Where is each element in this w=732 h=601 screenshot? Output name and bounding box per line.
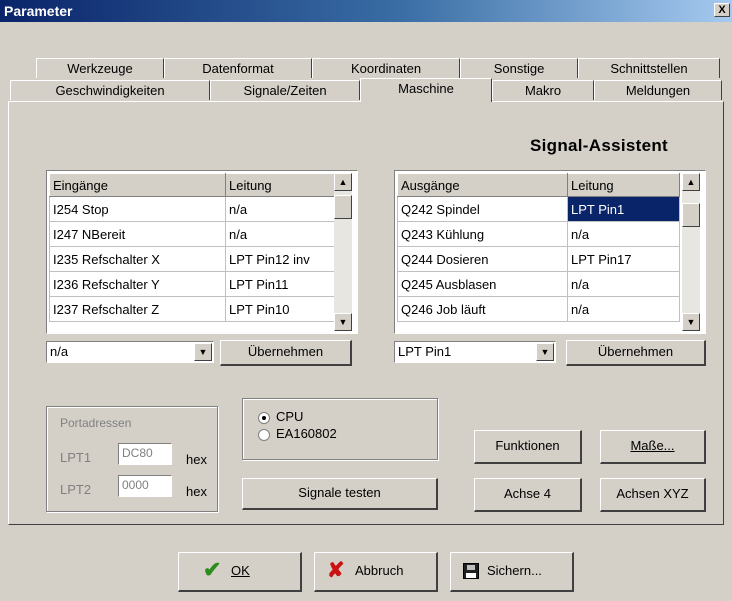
outputs-header-line[interactable]: Leitung: [567, 173, 680, 197]
output-line-select-value: LPT Pin1: [398, 344, 452, 359]
radio-ea160802-label[interactable]: EA160802: [276, 426, 337, 441]
cell[interactable]: n/a: [225, 196, 336, 222]
inputs-grid: Eingänge Leitung I254 Stop n/a I247 NBere…: [46, 170, 358, 334]
lpt1-address-input[interactable]: DC80: [118, 443, 172, 465]
tab-datenformat[interactable]: Datenformat: [164, 58, 312, 78]
cell[interactable]: I237 Refschalter Z: [49, 296, 226, 322]
scroll-thumb[interactable]: [682, 203, 700, 227]
tab-makro[interactable]: Makro: [492, 80, 594, 100]
table-row[interactable]: I254 Stop n/a: [49, 196, 336, 222]
cell[interactable]: LPT Pin10: [225, 296, 336, 322]
scroll-thumb[interactable]: [334, 195, 352, 219]
checkmark-icon: ✔: [203, 557, 222, 582]
tab-werkzeuge[interactable]: Werkzeuge: [36, 58, 164, 78]
chevron-down-icon[interactable]: ▼: [536, 343, 554, 361]
cell[interactable]: LPT Pin17: [567, 246, 680, 272]
functions-button[interactable]: Funktionen: [474, 430, 582, 464]
cell[interactable]: LPT Pin11: [225, 271, 336, 297]
table-row[interactable]: Q244 Dosieren LPT Pin17: [397, 246, 680, 272]
cell[interactable]: I254 Stop: [49, 196, 226, 222]
lpt1-unit: hex: [186, 452, 207, 467]
close-button[interactable]: X: [714, 3, 730, 17]
table-row[interactable]: I236 Refschalter Y LPT Pin11: [49, 271, 336, 297]
cell[interactable]: Q242 Spindel: [397, 196, 568, 222]
cell-selected[interactable]: LPT Pin1: [567, 196, 680, 222]
table-row[interactable]: I235 Refschalter X LPT Pin12 inv: [49, 246, 336, 272]
cell[interactable]: n/a: [225, 221, 336, 247]
radio-ea160802[interactable]: [258, 429, 270, 441]
window-title: Parameter: [4, 3, 73, 19]
ok-label: OK: [231, 563, 250, 578]
outputs-scrollbar[interactable]: ▲ ▼: [682, 173, 700, 331]
outputs-header-signal[interactable]: Ausgänge: [397, 173, 568, 197]
cell[interactable]: Q245 Ausblasen: [397, 271, 568, 297]
lpt2-label: LPT2: [60, 482, 92, 497]
table-row[interactable]: Q242 Spindel LPT Pin1: [397, 196, 680, 222]
axis4-button[interactable]: Achse 4: [474, 478, 582, 512]
output-line-select[interactable]: LPT Pin1 ▼: [394, 341, 556, 363]
lpt2-unit: hex: [186, 484, 207, 499]
table-row[interactable]: Q246 Job läuft n/a: [397, 296, 680, 322]
tab-geschwindigkeiten[interactable]: Geschwindigkeiten: [10, 80, 210, 100]
tab-schnittstellen[interactable]: Schnittstellen: [578, 58, 720, 78]
test-signals-button[interactable]: Signale testen: [242, 478, 438, 510]
window-titlebar: Parameter: [0, 0, 732, 22]
scroll-up-icon[interactable]: ▲: [682, 173, 700, 191]
interface-group: [242, 398, 438, 460]
cancel-label: Abbruch: [355, 563, 404, 578]
inputs-header-signal[interactable]: Eingänge: [49, 173, 226, 197]
outputs-table: Ausgänge Leitung Q242 Spindel LPT Pin1 Q2…: [397, 173, 680, 322]
cancel-x-icon: ✘: [327, 559, 345, 582]
cell[interactable]: I247 NBereit: [49, 221, 226, 247]
cell[interactable]: n/a: [567, 296, 680, 322]
dimensions-button[interactable]: Maße...: [600, 430, 706, 464]
radio-cpu[interactable]: [258, 412, 270, 424]
scroll-down-icon[interactable]: ▼: [682, 313, 700, 331]
inputs-table: Eingänge Leitung I254 Stop n/a I247 NBere…: [49, 173, 336, 322]
cell[interactable]: n/a: [567, 221, 680, 247]
save-label: Sichern...: [487, 563, 542, 578]
scroll-up-icon[interactable]: ▲: [334, 173, 352, 191]
chevron-down-icon[interactable]: ▼: [194, 343, 212, 361]
apply-input-button[interactable]: Übernehmen: [220, 340, 352, 366]
tab-koordinaten[interactable]: Koordinaten: [312, 58, 460, 78]
lpt2-address-input[interactable]: 0000: [118, 475, 172, 497]
axes-xyz-button[interactable]: Achsen XYZ: [600, 478, 706, 512]
inputs-header-line[interactable]: Leitung: [225, 173, 336, 197]
outputs-grid: Ausgänge Leitung Q242 Spindel LPT Pin1 Q2…: [394, 170, 706, 334]
cell[interactable]: Q246 Job läuft: [397, 296, 568, 322]
scroll-down-icon[interactable]: ▼: [334, 313, 352, 331]
table-row[interactable]: Q243 Kühlung n/a: [397, 221, 680, 247]
cancel-button[interactable]: ✘ Abbruch: [314, 552, 438, 592]
radio-cpu-label[interactable]: CPU: [276, 409, 303, 424]
table-row[interactable]: I237 Refschalter Z LPT Pin10: [49, 296, 336, 322]
apply-output-button[interactable]: Übernehmen: [566, 340, 706, 366]
cell[interactable]: LPT Pin12 inv: [225, 246, 336, 272]
tab-signale-zeiten[interactable]: Signale/Zeiten: [210, 80, 360, 100]
cell[interactable]: Q243 Kühlung: [397, 221, 568, 247]
ok-button[interactable]: ✔ OK: [178, 552, 302, 592]
port-addresses-legend: Portadressen: [60, 416, 132, 430]
input-line-select-value: n/a: [50, 344, 69, 359]
input-line-select[interactable]: n/a ▼: [46, 341, 214, 363]
tab-maschine[interactable]: Maschine: [360, 78, 492, 102]
floppy-disk-icon: [463, 563, 479, 579]
cell[interactable]: n/a: [567, 271, 680, 297]
inputs-scrollbar[interactable]: ▲ ▼: [334, 173, 352, 331]
tab-meldungen[interactable]: Meldungen: [594, 80, 722, 100]
cell[interactable]: I236 Refschalter Y: [49, 271, 226, 297]
signal-assistant-heading: Signal-Assistent: [530, 136, 668, 155]
lpt1-label: LPT1: [60, 450, 92, 465]
cell[interactable]: Q244 Dosieren: [397, 246, 568, 272]
cell[interactable]: I235 Refschalter X: [49, 246, 226, 272]
save-button[interactable]: Sichern...: [450, 552, 574, 592]
table-row[interactable]: I247 NBereit n/a: [49, 221, 336, 247]
table-row[interactable]: Q245 Ausblasen n/a: [397, 271, 680, 297]
tab-sonstige[interactable]: Sonstige: [460, 58, 578, 78]
